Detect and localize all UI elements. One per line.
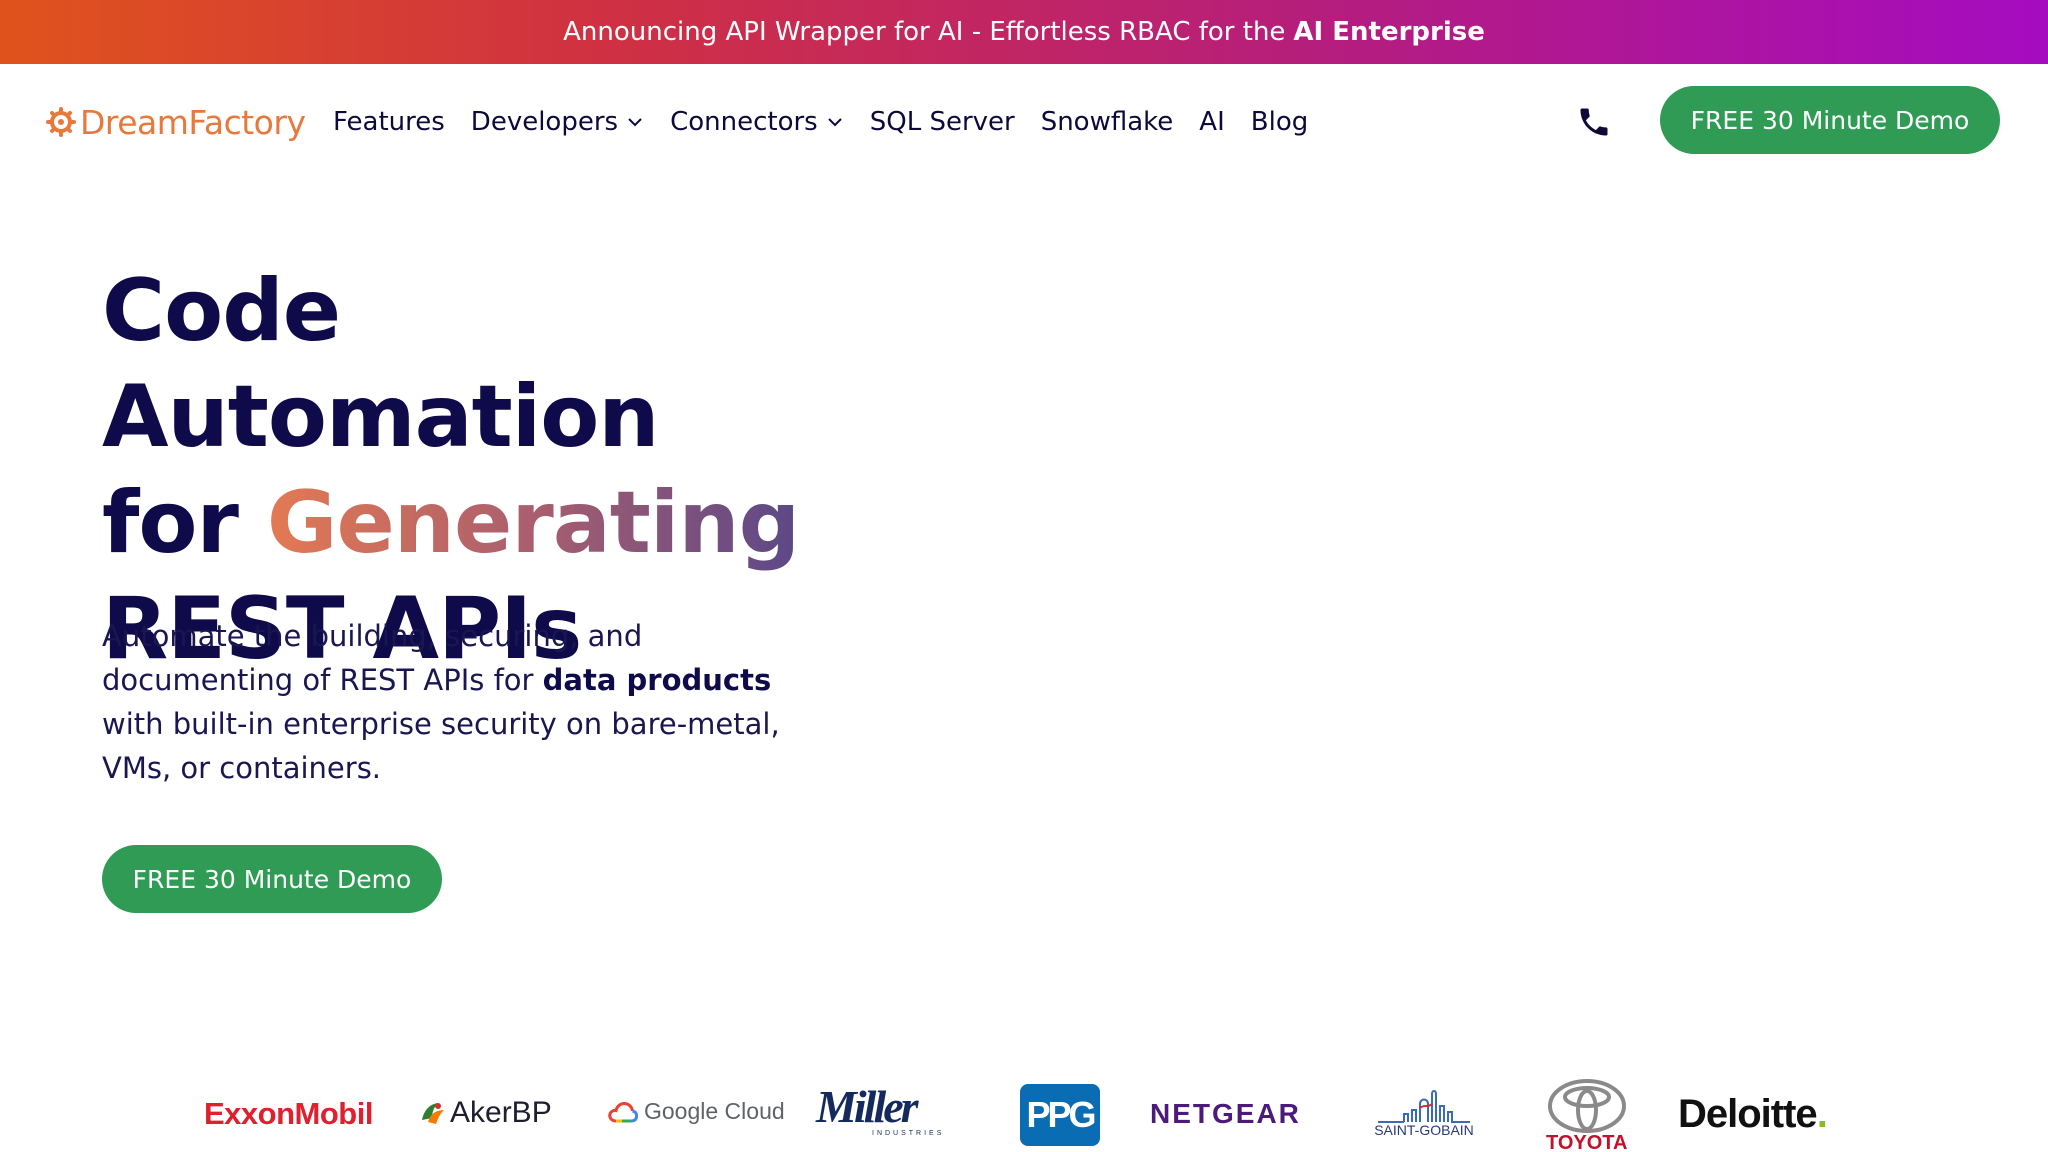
exxonmobil-logo-text: ExxonMobil [204, 1096, 373, 1131]
miller-industries-logo: Miller INDUSTRIES [812, 1086, 972, 1138]
nav-item-label: AI [1199, 107, 1225, 137]
toyota-emblem-icon [1547, 1079, 1626, 1133]
nav-demo-button[interactable]: FREE 30 Minute Demo [1660, 86, 2000, 154]
nav-item-label: Connectors [670, 107, 818, 137]
nav-item-features[interactable]: Features [333, 107, 445, 137]
chevron-down-icon [628, 118, 642, 127]
nav-item-developers[interactable]: Developers [471, 107, 644, 137]
nav-item-blog[interactable]: Blog [1251, 107, 1308, 137]
akerbp-logo: AkerBP [418, 1096, 552, 1130]
nav-item-label: Blog [1250, 107, 1309, 137]
logo-text: DreamFactory [80, 102, 306, 142]
main-nav: DreamFactory Features Developers Connect… [0, 64, 2048, 176]
announcement-text: Announcing API Wrapper for AI - Effortle… [563, 17, 1286, 47]
nav-item-label: Developers [470, 107, 619, 137]
chevron-down-icon [828, 118, 842, 127]
hero-subtitle-bold: data products [542, 663, 772, 697]
netgear-logo: NETGEAR [1150, 1098, 1301, 1130]
exxonmobil-logo: ExxonMobil [204, 1096, 373, 1132]
nav-item-label: Features [333, 107, 445, 137]
announcement-bar[interactable]: Announcing API Wrapper for AI - Effortle… [0, 0, 2048, 64]
akerbp-mark-icon [422, 1103, 444, 1124]
nav-item-ai[interactable]: AI [1199, 107, 1224, 137]
nav-item-label: SQL Server [869, 107, 1015, 137]
customer-logos-strip: ExxonMobil AkerBP Google Cloud Miller IN… [0, 1070, 2048, 1152]
google-cloud-icon [608, 1101, 638, 1122]
toyota-logo-text: TOYOTA [1546, 1132, 1628, 1152]
akerbp-logo-text: AkerBP [450, 1096, 552, 1129]
miller-wordmark-icon: Miller INDUSTRIES [815, 1086, 944, 1137]
saint-gobain-logo: SAINT-GOBAIN [1374, 1090, 1474, 1138]
netgear-logo-text: NETGEAR [1150, 1098, 1301, 1129]
deloitte-logo-dot: . [1816, 1092, 1828, 1136]
deloitte-logo: Deloitte. [1678, 1092, 1828, 1137]
nav-item-connectors[interactable]: Connectors [670, 107, 844, 137]
hero-title-line1: Code Automation [102, 261, 660, 467]
hero-demo-button[interactable]: FREE 30 Minute Demo [102, 845, 442, 913]
hero-subtitle-part2: with built-in enterprise security on bar… [102, 707, 780, 785]
nav-menu: Features Developers Connectors SQL Serve… [333, 100, 1334, 144]
hero-title-line2-plain: for [102, 473, 239, 573]
ppg-logo: PPG [1020, 1084, 1100, 1146]
nav-item-snowflake[interactable]: Snowflake [1041, 107, 1174, 137]
toyota-logo: TOYOTA [1546, 1078, 1627, 1152]
google-cloud-logo: Google Cloud [608, 1098, 785, 1125]
gear-logo-icon [46, 107, 76, 137]
nav-item-label: Snowflake [1040, 107, 1174, 137]
saint-gobain-skyline-icon [1378, 1090, 1470, 1123]
google-cloud-logo-text: Google Cloud [644, 1098, 785, 1124]
dreamfactory-logo[interactable]: DreamFactory [46, 100, 306, 144]
miller-logo-subtext: INDUSTRIES [872, 1130, 944, 1137]
ppg-logo-text: PPG [1026, 1094, 1096, 1135]
phone-icon[interactable] [1576, 104, 1612, 140]
hero-title-gradient-word: Generating [266, 473, 800, 573]
miller-logo-text: Miller [815, 1086, 920, 1132]
announcement-bold-text: AI Enterprise [1293, 17, 1485, 47]
hero-subtitle: Automate the building, securing, and doc… [102, 614, 822, 790]
deloitte-logo-text: Deloitte [1678, 1092, 1818, 1136]
saint-gobain-logo-text: SAINT-GOBAIN [1374, 1122, 1474, 1138]
nav-item-sql-server[interactable]: SQL Server [870, 107, 1015, 137]
